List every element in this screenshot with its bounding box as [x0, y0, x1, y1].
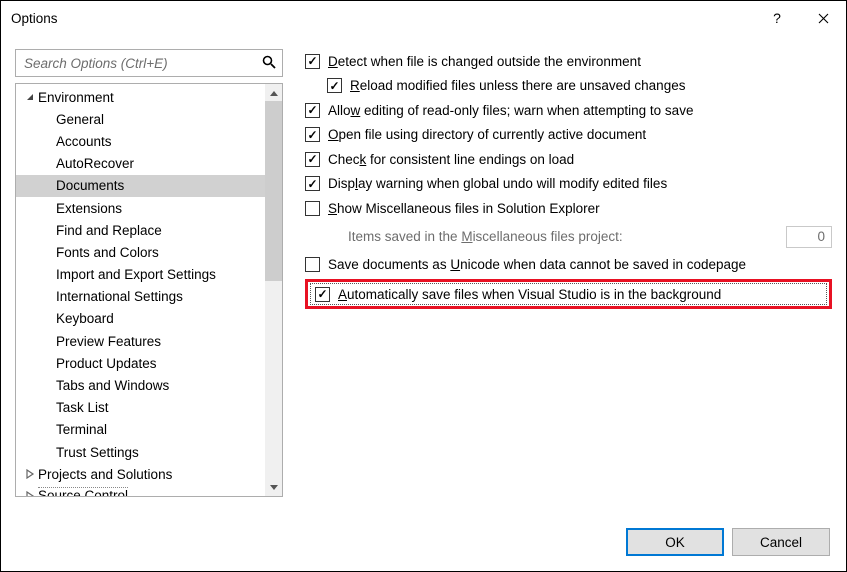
- tree-item[interactable]: Find and Replace: [16, 219, 265, 241]
- tree-label: Documents: [56, 178, 124, 193]
- tree-label: General: [56, 112, 104, 127]
- scroll-down-button[interactable]: [265, 479, 282, 496]
- chevron-right-icon[interactable]: [22, 469, 38, 479]
- checkbox[interactable]: [305, 257, 320, 272]
- tree-item[interactable]: General: [16, 108, 265, 130]
- tree-item[interactable]: Terminal: [16, 419, 265, 441]
- checkbox[interactable]: [305, 127, 320, 142]
- tree-category[interactable]: Projects and Solutions: [16, 463, 265, 485]
- checkbox[interactable]: [327, 78, 342, 93]
- checkbox[interactable]: [305, 201, 320, 216]
- tree-label: Terminal: [56, 422, 107, 437]
- tree-label: Environment: [38, 90, 114, 105]
- opt-label: Allow editing of read-only files; warn w…: [328, 103, 693, 118]
- window-title: Options: [11, 11, 754, 26]
- dialog-footer: OK Cancel: [1, 513, 846, 571]
- opt-detect-changed[interactable]: Detect when file is changed outside the …: [305, 49, 832, 74]
- opt-label: Detect when file is changed outside the …: [328, 54, 641, 69]
- tree-label: Trust Settings: [56, 445, 139, 460]
- opt-label: Items saved in the Miscellaneous files p…: [348, 229, 786, 244]
- opt-label: Automatically save files when Visual Stu…: [338, 287, 721, 302]
- ok-button[interactable]: OK: [626, 528, 724, 556]
- tree-label: Preview Features: [56, 334, 161, 349]
- tree-label: Import and Export Settings: [56, 267, 216, 282]
- opt-reload-modified[interactable]: Reload modified files unless there are u…: [305, 74, 832, 99]
- options-panel: Detect when file is changed outside the …: [283, 49, 832, 497]
- tree-label: Source Control: [38, 487, 128, 496]
- tree-item[interactable]: Preview Features: [16, 330, 265, 352]
- checkbox[interactable]: [305, 103, 320, 118]
- opt-label: Check for consistent line endings on loa…: [328, 152, 574, 167]
- category-tree: Environment General Accounts AutoRecover Doc…: [15, 83, 283, 497]
- cancel-button[interactable]: Cancel: [732, 528, 830, 556]
- opt-label: Reload modified files unless there are u…: [350, 78, 685, 93]
- scroll-thumb[interactable]: [265, 101, 282, 281]
- tree-item[interactable]: AutoRecover: [16, 153, 265, 175]
- opt-check-line-endings[interactable]: Check for consistent line endings on loa…: [305, 147, 832, 172]
- scroll-up-button[interactable]: [265, 84, 282, 101]
- opt-autosave-background[interactable]: Automatically save files when Visual Stu…: [310, 283, 827, 305]
- close-button[interactable]: [800, 1, 846, 35]
- search-box[interactable]: [15, 49, 283, 77]
- opt-label: Open file using directory of currently a…: [328, 127, 646, 142]
- tree-item[interactable]: Documents: [16, 175, 265, 197]
- tree-label: Accounts: [56, 134, 112, 149]
- opt-label: Save documents as Unicode when data cann…: [328, 257, 746, 272]
- tree-label: AutoRecover: [56, 156, 134, 171]
- tree-category[interactable]: Environment: [16, 86, 265, 108]
- tree-label: Extensions: [56, 201, 122, 216]
- chevron-down-icon[interactable]: [22, 92, 38, 102]
- tree-label: Find and Replace: [56, 223, 162, 238]
- tree-label: Keyboard: [56, 311, 114, 326]
- tree-item[interactable]: Task List: [16, 397, 265, 419]
- opt-label: Show Miscellaneous files in Solution Exp…: [328, 201, 600, 216]
- opt-label: Display warning when global undo will mo…: [328, 176, 667, 191]
- tree-item[interactable]: Import and Export Settings: [16, 264, 265, 286]
- tree-item[interactable]: Extensions: [16, 197, 265, 219]
- tree-item[interactable]: Keyboard: [16, 308, 265, 330]
- close-icon: [818, 13, 829, 24]
- tree-category[interactable]: Source Control: [16, 485, 265, 496]
- checkbox[interactable]: [305, 54, 320, 69]
- tree-item[interactable]: Fonts and Colors: [16, 241, 265, 263]
- search-icon: [262, 55, 276, 72]
- opt-undo-warning[interactable]: Display warning when global undo will mo…: [305, 172, 832, 197]
- opt-show-misc[interactable]: Show Miscellaneous files in Solution Exp…: [305, 196, 832, 221]
- tree-item[interactable]: Trust Settings: [16, 441, 265, 463]
- tree-item[interactable]: Product Updates: [16, 352, 265, 374]
- opt-open-using-dir[interactable]: Open file using directory of currently a…: [305, 123, 832, 148]
- help-button[interactable]: ?: [754, 1, 800, 35]
- highlighted-focus-option: Automatically save files when Visual Stu…: [305, 279, 832, 309]
- scroll-track[interactable]: [265, 101, 282, 479]
- tree-item[interactable]: Accounts: [16, 130, 265, 152]
- misc-count-input[interactable]: [786, 226, 832, 248]
- chevron-right-icon[interactable]: [22, 491, 38, 496]
- checkbox[interactable]: [315, 287, 330, 302]
- opt-misc-count: Items saved in the Miscellaneous files p…: [305, 221, 832, 253]
- checkbox[interactable]: [305, 176, 320, 191]
- checkbox[interactable]: [305, 152, 320, 167]
- tree-label: International Settings: [56, 289, 183, 304]
- tree-label: Tabs and Windows: [56, 378, 169, 393]
- tree-label: Fonts and Colors: [56, 245, 159, 260]
- tree-label: Product Updates: [56, 356, 157, 371]
- scrollbar[interactable]: [265, 84, 282, 496]
- titlebar: Options ?: [1, 1, 846, 35]
- opt-allow-readonly[interactable]: Allow editing of read-only files; warn w…: [305, 98, 832, 123]
- tree-label: Projects and Solutions: [38, 467, 172, 482]
- search-input[interactable]: [22, 55, 262, 72]
- tree-item[interactable]: Tabs and Windows: [16, 374, 265, 396]
- tree-item[interactable]: International Settings: [16, 286, 265, 308]
- tree-label: Task List: [56, 400, 109, 415]
- opt-save-unicode[interactable]: Save documents as Unicode when data cann…: [305, 253, 832, 278]
